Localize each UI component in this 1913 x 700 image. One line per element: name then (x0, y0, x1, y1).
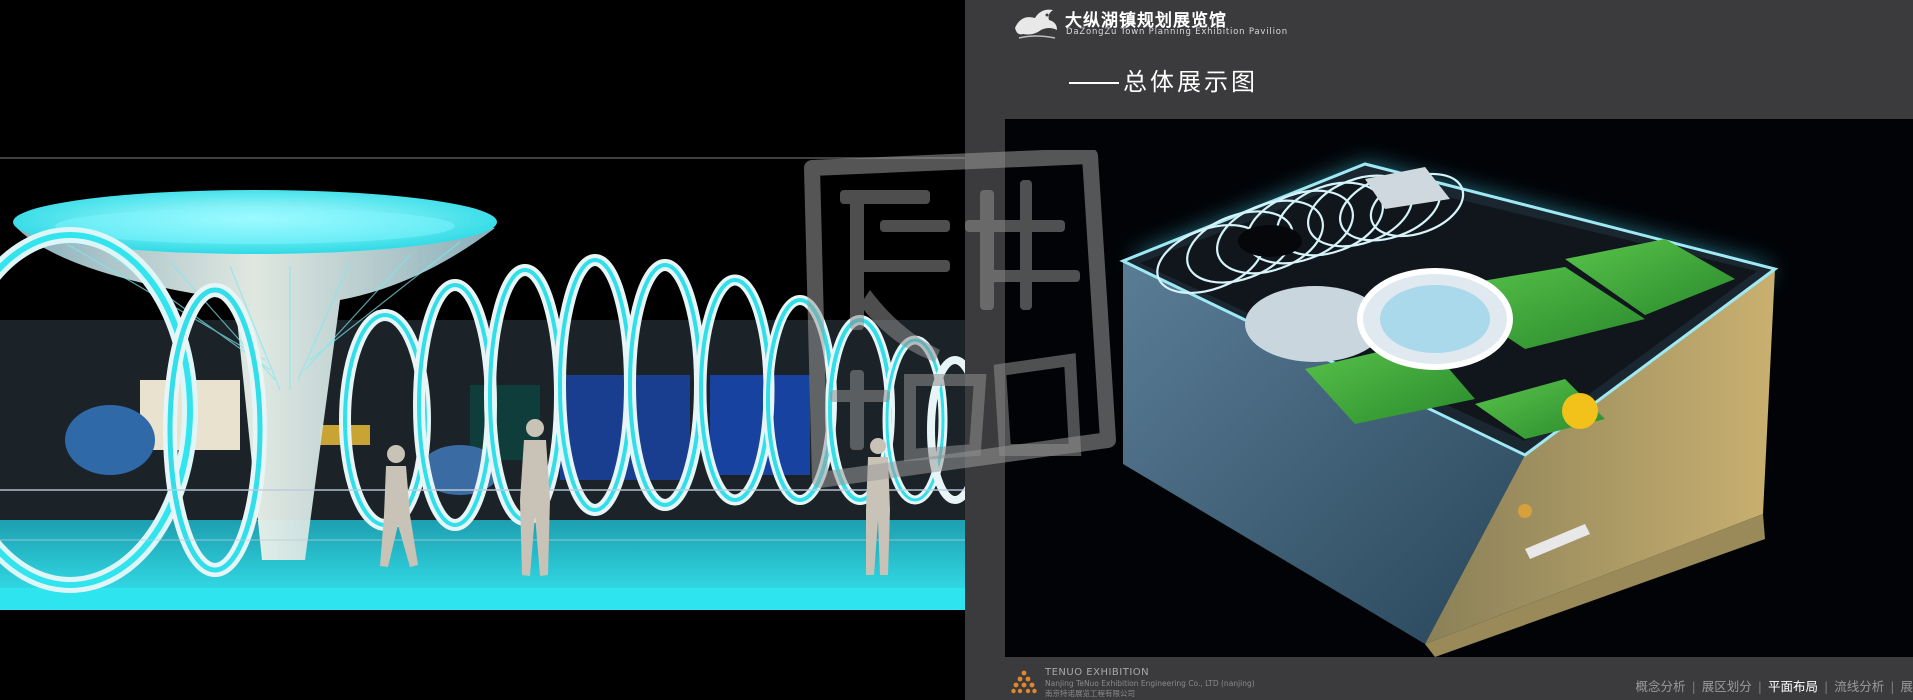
nav-separator: | (1824, 679, 1829, 694)
nav-separator: | (1691, 679, 1696, 694)
subtitle-dash (1069, 82, 1119, 84)
pavilion-title-en: DaZongZu Town Planning Exhibition Pavili… (1066, 27, 1288, 37)
nav-separator: | (1890, 679, 1895, 694)
nav-overflow-item[interactable]: 展 (1900, 679, 1913, 694)
aerial-pavilion-render (1005, 119, 1913, 657)
nav-concept-analysis[interactable]: 概念分析 (1636, 679, 1686, 694)
overview-render (1005, 119, 1913, 657)
presentation-panel: 大纵湖镇规划展览馆 DaZongZu Town Planning Exhibit… (965, 0, 1913, 700)
company-name-en-full: Nanjing TeNuo Exhibition Engineering Co.… (1045, 679, 1255, 688)
nav-zone-division[interactable]: 展区划分 (1702, 679, 1752, 694)
page-subtitle: 总体展示图 (1069, 62, 1258, 97)
nav-flow-analysis[interactable]: 流线分析 (1834, 679, 1884, 694)
company-name-en: TENUO EXHIBITION (1045, 667, 1150, 678)
ring-tunnel-render (0, 0, 965, 700)
nav-separator: | (1757, 679, 1763, 694)
subtitle-text: 总体展示图 (1123, 68, 1258, 96)
tenuo-triangle-logo-icon (1011, 670, 1037, 694)
exhibit-rendering-left (0, 0, 965, 700)
nav-floor-plan[interactable]: 平面布局 (1768, 679, 1818, 694)
section-nav: 概念分析 | 展区划分 | 平面布局 | 流线分析 | 展 (1636, 676, 1913, 695)
company-name-cn: 南京特诺展览工程有限公司 (1045, 689, 1135, 698)
dragon-logo-icon (1015, 9, 1057, 39)
